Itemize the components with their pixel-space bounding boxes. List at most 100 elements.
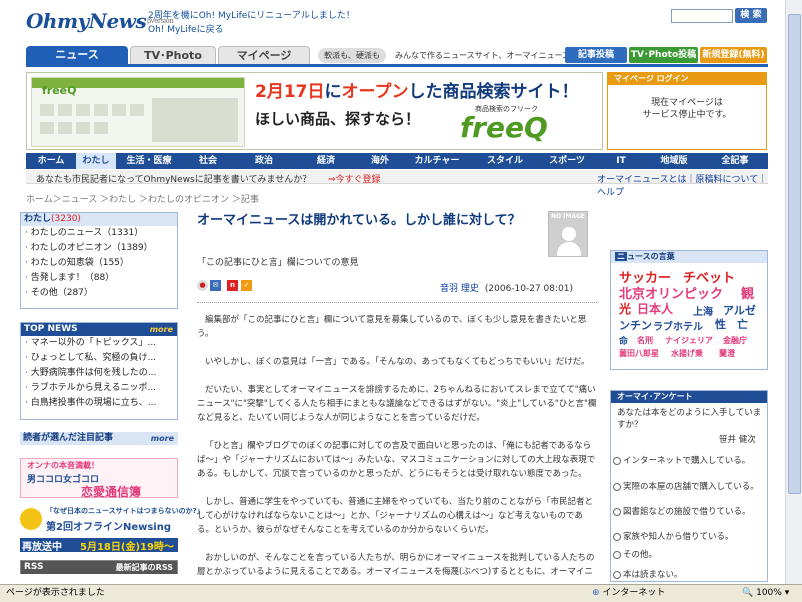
top-news-item[interactable]: 白鳥拷投事件の現場に立ち、... (21, 396, 177, 411)
keyword-link[interactable]: 観 (741, 283, 754, 302)
return-link[interactable]: Oh! MyLifeに戻る (148, 23, 355, 37)
keyword-link[interactable]: ナイジェリア (665, 335, 713, 346)
keyword-link[interactable]: 光 (619, 300, 631, 317)
nav-item-3[interactable]: 社会 (182, 153, 234, 169)
mypage-login-box: マイページ ログイン 現在マイページは サービス停止中です。 (607, 72, 767, 150)
register-now-link[interactable]: ⇒今すぐ登録 (328, 172, 381, 185)
poll-option[interactable]: 本は読まない。 (613, 569, 763, 581)
nav-item-6[interactable]: 海外 (358, 153, 402, 169)
top-news-item[interactable]: ひょっとして私、究極の負け... (21, 351, 177, 366)
radio-button[interactable] (613, 483, 621, 491)
nav-item-4[interactable]: 政治 (234, 153, 294, 169)
nav-item-5[interactable]: 経済 (294, 153, 358, 169)
keyword-link[interactable]: 性 (715, 316, 726, 332)
renewal-notice: 2周年を機にOh! MyLifeにリニューアルしました！ (148, 11, 355, 21)
poll-option[interactable]: 図書館などの施設で借りている。 (613, 506, 763, 518)
watashi-item[interactable]: 告発します！（88） (21, 271, 177, 286)
nav-item-1[interactable]: わたし (76, 153, 116, 169)
keyword-link[interactable]: 名刑 (637, 335, 653, 346)
help-links[interactable]: オーマイニュースとは｜原稿料について｜ヘルプ (597, 172, 768, 198)
top-news-item[interactable]: 大野病院事件は何を残したの... (21, 366, 177, 381)
article-paragraph: しかし、普通に学生をやっていても、普通に主婦をやっていても、当たり前のことながら… (197, 497, 594, 535)
nav-item-0[interactable]: ホーム (26, 153, 76, 169)
keyword-link[interactable]: 薗田八郎星 (619, 348, 659, 359)
watashi-item[interactable]: わたしの知恵袋（155） (21, 256, 177, 271)
keyword-link[interactable]: 亡 (737, 316, 748, 332)
zoom-level[interactable]: 🔍 100% ▾ (742, 585, 789, 602)
category-nav: ホーム わたし 生活・医療 社会 政治 経済 海外 カルチャー スタイル スポーツ IT 地域版 全記事 (26, 153, 768, 169)
keyword-link[interactable]: 日本人 (637, 300, 673, 317)
author-link[interactable]: 音羽 理史 (440, 284, 479, 294)
poll-option[interactable]: インターネットで購入している。 (613, 455, 763, 467)
watashi-item[interactable]: その他（287） (21, 286, 177, 301)
poll-option-label: インターネットで購入している。 (623, 456, 751, 466)
poll-option[interactable]: 家族や知人から借りている。 (613, 531, 763, 543)
keyword-link[interactable]: ンチン (619, 317, 652, 333)
radio-button[interactable] (613, 457, 621, 465)
watashi-item[interactable]: わたしのニュース（1331） (21, 226, 177, 241)
keyword-link[interactable]: 蘭澄 (719, 348, 735, 359)
nav-item-9[interactable]: スポーツ (538, 153, 596, 169)
tab-news[interactable]: ニュース (26, 46, 128, 64)
nav-item-12[interactable]: 全記事 (702, 153, 768, 169)
citizen-reporter-prompt: あなたも市民記者になってOhmyNewsに記事を書いてみませんか？ (36, 175, 312, 185)
nav-item-11[interactable]: 地域版 (646, 153, 702, 169)
login-title: マイページ ログイン (608, 73, 766, 85)
nav-item-7[interactable]: カルチャー (402, 153, 472, 169)
poll-option[interactable]: 実際の本屋の店舗で購入している。 (613, 481, 763, 493)
status-text: ページが表示されました (6, 588, 105, 598)
top-news-list: マネー以外の「トピックス」...ひょっとして私、究極の負け...大野病院事件は何… (21, 336, 177, 411)
scrollbar-thumb[interactable] (788, 14, 801, 494)
more-link-reader[interactable]: more (151, 432, 174, 445)
banner-mini-logo: freeQ (42, 84, 77, 97)
rss-label: RSS (24, 562, 44, 572)
keyword-link[interactable]: 命 (619, 334, 628, 347)
poll-option-label: 実際の本屋の店舗で購入している。 (623, 482, 759, 492)
newsing-ad[interactable]: 「なぜ日本のニュースサイトはつまらないのか?」 第2回オフラインNewsing … (20, 504, 204, 556)
top-message: 2周年を機にOh! MyLifeにリニューアルしました！ Oh! MyLifeに… (148, 9, 355, 37)
radio-button[interactable] (613, 551, 621, 559)
top-news-item[interactable]: ラブホテルから見えるニッポ... (21, 381, 177, 396)
banner-screenshot: freeQ (31, 77, 245, 147)
nav-item-10[interactable]: IT (596, 153, 646, 169)
more-link[interactable]: more (150, 323, 173, 336)
post-article-button[interactable]: 記事投稿 (565, 47, 627, 63)
rss-link[interactable]: 最新記事のRSS (116, 561, 173, 574)
nav-item-8[interactable]: スタイル (472, 153, 538, 169)
top-news-item[interactable]: マネー以外の「トピックス」... (21, 336, 177, 351)
radio-button[interactable] (613, 571, 621, 579)
keyword-link[interactable]: ラブホテル (653, 318, 703, 333)
banner-title: 2月17日にオープンした商品検索サイト！ (255, 82, 579, 102)
search-input[interactable] (671, 9, 733, 23)
keyword-link[interactable]: 水揚げ乗 (671, 348, 703, 359)
print-icon[interactable]: ● (197, 280, 208, 291)
top-news-title: TOP NEWS more (21, 323, 177, 336)
watashi-title[interactable]: わたし(3230) (21, 213, 177, 226)
poll-option-label: 本は読まない。 (623, 570, 683, 580)
tab-tv-photo[interactable]: TV･Photo (130, 46, 216, 64)
radio-button[interactable] (613, 533, 621, 541)
watashi-item[interactable]: わたしのオピニオン（1389） (21, 241, 177, 256)
header-divider (26, 64, 768, 67)
keyword-link[interactable]: 上海 (693, 303, 713, 318)
vertical-scrollbar[interactable] (785, 0, 802, 584)
article-paragraph: おかしいのが、そんなことを言っている人たちが、明らかにオーマイニュースを批判して… (197, 553, 595, 577)
register-button[interactable]: 新規登録(無料) (700, 47, 767, 63)
radio-button[interactable] (613, 508, 621, 516)
tab-mypage[interactable]: マイページ (218, 46, 310, 64)
poll-title: オーマイ･アンケート (611, 391, 767, 403)
poll-author: 笹井 健次 (719, 435, 756, 445)
bookmark-icon[interactable]: n (227, 280, 238, 291)
search-button[interactable]: 検 索 (735, 8, 767, 23)
breadcrumb[interactable]: ホーム＞ニュース ＞わたし ＞わたしのオピニオン ＞記事 (26, 192, 259, 205)
keyword-link[interactable]: 金融庁 (723, 335, 747, 346)
freeq-banner[interactable]: freeQ 2月17日にオープンした商品検索サイト！ ほしい商品、探すなら！ 商… (26, 72, 603, 150)
poll-option[interactable]: その他。 (613, 549, 763, 561)
tv-photo-post-button[interactable]: TV･Photo投稿 (629, 47, 698, 63)
nav-item-2[interactable]: 生活・医療 (116, 153, 182, 169)
status-bar: ページが表示されました ⊕ インターネット 🔍 100% ▾ (0, 584, 802, 602)
tagline-badge: 軟派も、硬派も (318, 48, 386, 63)
love-report-ad[interactable]: オンナの本音満載！ 男ココロ女ゴコロ 恋愛通信簿 (20, 458, 178, 499)
check-icon[interactable]: ✓ (241, 280, 252, 291)
mail-icon[interactable]: ✉ (210, 280, 221, 291)
